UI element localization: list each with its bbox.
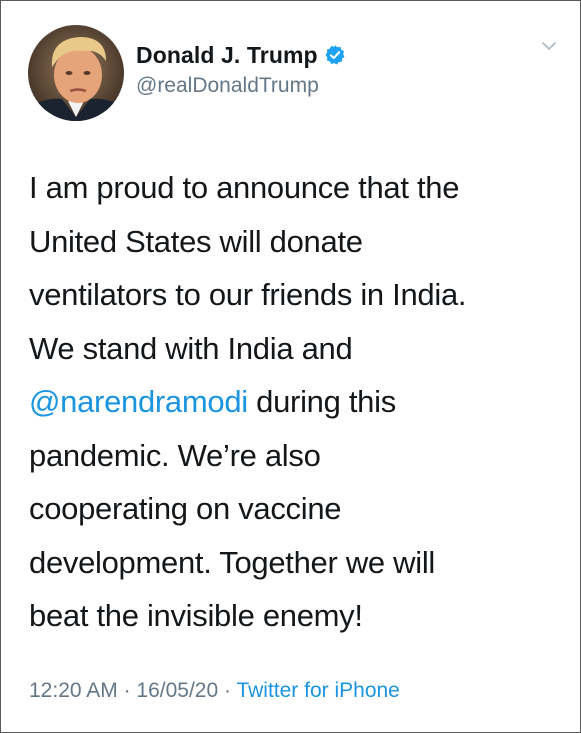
tweet-text: I am proud to announce that the United S… (29, 161, 559, 643)
chevron-down-icon[interactable] (538, 39, 560, 53)
avatar[interactable] (28, 25, 124, 121)
meta-separator: · (117, 679, 137, 702)
tweet-card: Donald J. Trump @realDonaldTrump I am pr… (0, 0, 581, 733)
tweet-text-line: United States will donate (29, 223, 363, 259)
tweet-header: Donald J. Trump @realDonaldTrump (28, 25, 560, 121)
author-display-name[interactable]: Donald J. Trump (136, 42, 318, 69)
tweet-text-line: @narendramodi during this (29, 375, 559, 429)
tweet-meta: 12:20 AM · 16/05/20 · Twitter for iPhone (29, 679, 400, 703)
tweet-text-line: development. Together we will (29, 544, 436, 580)
tweet-date[interactable]: 16/05/20 (136, 679, 218, 702)
tweet-text-line: We stand with India and (29, 330, 353, 366)
author-name-row: Donald J. Trump (136, 40, 346, 70)
tweet-text-fragment: during this (247, 384, 396, 419)
author-handle[interactable]: @realDonaldTrump (136, 74, 346, 98)
tweet-time[interactable]: 12:20 AM (29, 679, 118, 702)
author-identity: Donald J. Trump @realDonaldTrump (136, 40, 346, 98)
tweet-text-line: pandemic. We’re also (29, 437, 321, 473)
verified-badge-icon (325, 45, 345, 65)
tweet-text-line: beat the invisible enemy! (29, 598, 363, 633)
tweet-text-line: cooperating on vaccine (29, 491, 342, 526)
avatar-image (28, 25, 124, 121)
tweet-text-line: ventilators to our friends in India. (29, 277, 467, 312)
tweet-source-link[interactable]: Twitter for iPhone (236, 679, 399, 702)
meta-separator: · (218, 679, 237, 702)
mention-link[interactable]: @narendramodi (29, 384, 248, 419)
tweet-text-line: I am proud to announce that the (29, 170, 460, 205)
